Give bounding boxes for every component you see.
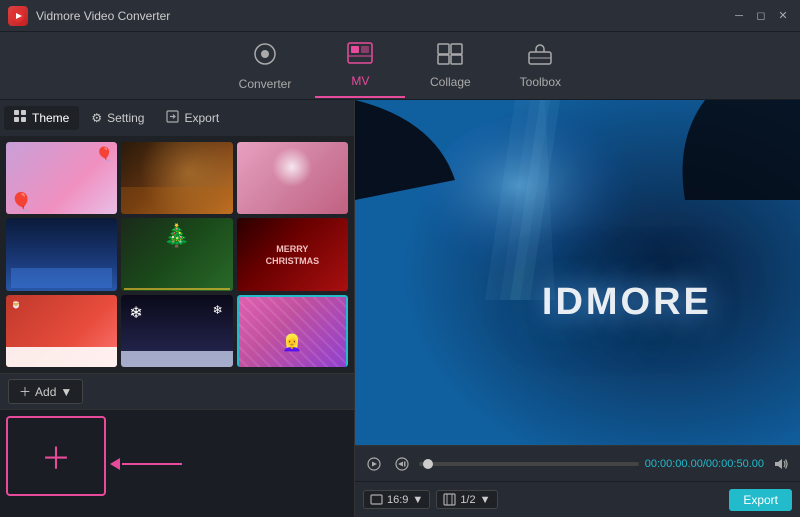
arrow-head bbox=[110, 458, 120, 470]
page-button[interactable]: 1/2 ▼ bbox=[436, 490, 497, 509]
main-content: Theme ⚙ Setting Export 🎈 🎈 bbox=[0, 100, 800, 517]
title-bar: Vidmore Video Converter ─ ◻ ✕ bbox=[0, 0, 800, 32]
converter-icon bbox=[252, 41, 278, 73]
arrow-line bbox=[122, 463, 182, 465]
close-button[interactable]: ✕ bbox=[774, 7, 792, 25]
nav-label-converter: Converter bbox=[239, 77, 292, 91]
nav-bar: Converter MV Collage Toolbox bbox=[0, 32, 800, 100]
app-icon bbox=[8, 6, 28, 26]
progress-dot bbox=[423, 459, 433, 469]
title-bar-controls: ─ ◻ ✕ bbox=[730, 7, 792, 25]
theme-thumb-neat bbox=[121, 142, 232, 214]
sub-nav-setting-label: Setting bbox=[107, 111, 144, 125]
theme-item-santa-claus[interactable]: 🎅 Santa Claus bbox=[6, 295, 117, 367]
sub-nav-export-label: Export bbox=[184, 111, 219, 125]
media-add-box[interactable]: ＋ bbox=[6, 416, 106, 496]
add-label: Add bbox=[35, 385, 56, 399]
bottom-controls: 16:9 ▼ 1/2 ▼ Export bbox=[355, 481, 800, 517]
setting-icon: ⚙ bbox=[91, 111, 102, 125]
nav-item-converter[interactable]: Converter bbox=[215, 33, 316, 99]
aspect-ratio-value: 16:9 bbox=[387, 494, 408, 506]
preview-background: IDMORE bbox=[355, 100, 800, 445]
theme-thumb-stripes-waves: 👱‍♀️ bbox=[237, 295, 348, 367]
player-controls: 00:00:00.00/00:00:50.00 bbox=[355, 445, 800, 481]
progress-bar[interactable] bbox=[419, 462, 639, 466]
nav-label-mv: MV bbox=[351, 74, 369, 88]
left-panel: Theme ⚙ Setting Export 🎈 🎈 bbox=[0, 100, 355, 517]
bottom-bar: ＋ Add ▼ bbox=[0, 373, 354, 409]
mv-icon bbox=[347, 42, 373, 70]
export-button[interactable]: Export bbox=[729, 489, 792, 511]
media-area: ＋ bbox=[0, 409, 354, 517]
theme-thumb-simple bbox=[6, 218, 117, 290]
theme-item-happy[interactable]: Happy bbox=[237, 142, 348, 214]
media-plus-icon: ＋ bbox=[41, 434, 71, 478]
arrow-indicator bbox=[110, 458, 182, 470]
theme-thumb-santa-claus: 🎅 bbox=[6, 295, 117, 367]
add-button[interactable]: ＋ Add ▼ bbox=[8, 379, 83, 404]
nav-item-collage[interactable]: Collage bbox=[405, 35, 495, 97]
theme-item-chic[interactable]: 🎈 🎈 Chic bbox=[6, 142, 117, 214]
sub-nav-export[interactable]: Export bbox=[156, 106, 229, 130]
theme-item-merry-christmas[interactable]: MERRYCHRISTMAS Merry Christmas bbox=[237, 218, 348, 290]
right-panel: IDMORE 00:00:00.00/00:00:50.00 16:9 bbox=[355, 100, 800, 517]
theme-thumb-happy bbox=[237, 142, 348, 214]
theme-item-christmas-eve[interactable]: 🎄 Christmas Eve bbox=[121, 218, 232, 290]
sub-nav-theme[interactable]: Theme bbox=[4, 106, 79, 130]
theme-item-snowy-night[interactable]: ❄ ❄ Snowy Night bbox=[121, 295, 232, 367]
collage-icon bbox=[437, 43, 463, 71]
toolbox-icon bbox=[527, 43, 553, 71]
theme-grid-icon bbox=[14, 110, 27, 126]
preview-watermark: IDMORE bbox=[542, 281, 712, 324]
volume-button[interactable] bbox=[770, 453, 792, 475]
nav-item-toolbox[interactable]: Toolbox bbox=[495, 35, 585, 97]
theme-item-stripes-waves[interactable]: 👱‍♀️ Stripes & Waves bbox=[237, 295, 348, 367]
theme-item-simple[interactable]: Simple bbox=[6, 218, 117, 290]
page-value: 1/2 bbox=[460, 494, 475, 506]
page-chevron: ▼ bbox=[480, 494, 491, 506]
minimize-button[interactable]: ─ bbox=[730, 7, 748, 25]
theme-thumb-chic: 🎈 🎈 bbox=[6, 142, 117, 214]
aspect-ratio-button[interactable]: 16:9 ▼ bbox=[363, 490, 430, 509]
play-button[interactable] bbox=[363, 453, 385, 475]
nav-label-collage: Collage bbox=[430, 75, 471, 89]
preview-area: IDMORE bbox=[355, 100, 800, 445]
export-icon bbox=[166, 110, 179, 126]
aspect-ratio-chevron: ▼ bbox=[412, 494, 423, 506]
theme-thumb-merry-christmas: MERRYCHRISTMAS bbox=[237, 218, 348, 290]
rewind-button[interactable] bbox=[391, 453, 413, 475]
sub-nav: Theme ⚙ Setting Export bbox=[0, 100, 354, 136]
theme-item-neat[interactable]: Neat bbox=[121, 142, 232, 214]
theme-thumb-snowy-night: ❄ ❄ bbox=[121, 295, 232, 367]
plus-icon: ＋ bbox=[19, 383, 31, 400]
nav-item-mv[interactable]: MV bbox=[315, 34, 405, 98]
sub-nav-theme-label: Theme bbox=[32, 111, 69, 125]
title-bar-left: Vidmore Video Converter bbox=[8, 6, 170, 26]
theme-thumb-christmas-eve: 🎄 bbox=[121, 218, 232, 290]
add-dropdown-icon: ▼ bbox=[60, 385, 72, 399]
time-display: 00:00:00.00/00:00:50.00 bbox=[645, 458, 764, 470]
sub-nav-setting[interactable]: ⚙ Setting bbox=[81, 107, 154, 129]
app-title: Vidmore Video Converter bbox=[36, 9, 170, 23]
restore-button[interactable]: ◻ bbox=[752, 7, 770, 25]
theme-grid: 🎈 🎈 Chic Neat bbox=[0, 136, 354, 373]
nav-label-toolbox: Toolbox bbox=[520, 75, 561, 89]
